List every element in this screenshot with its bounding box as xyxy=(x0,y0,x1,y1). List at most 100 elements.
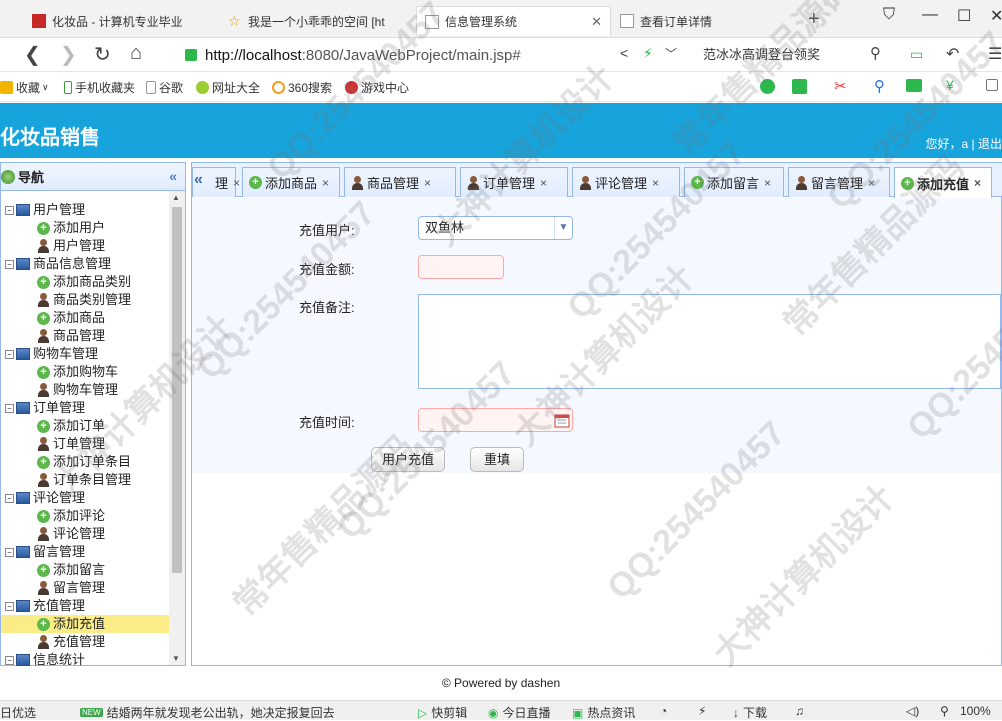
tab-5[interactable]: 留言管理 × xyxy=(788,167,890,197)
favorites-menu[interactable]: 收藏 ∨ xyxy=(0,79,49,96)
collapse-toggle-icon[interactable]: − xyxy=(5,349,14,359)
sidebar-item-4-0[interactable]: + 添加评论 xyxy=(1,507,171,525)
tab-0[interactable]: + 添加商品 × xyxy=(242,167,340,197)
close-tab-icon[interactable]: × xyxy=(974,176,981,190)
close-tab-icon[interactable]: × xyxy=(652,176,659,190)
sidebar-group-5[interactable]: − 留言管理 xyxy=(1,543,171,561)
scroll-up-icon[interactable]: ▲ xyxy=(172,193,180,202)
tab-6-active[interactable]: + 添加充值 × xyxy=(894,167,992,198)
bookmark-sites[interactable]: 网址大全 xyxy=(196,79,260,96)
url-field[interactable]: http://localhost :8080/JavaWebProject/ma… xyxy=(185,43,690,67)
magnifier-icon[interactable]: ⚲ xyxy=(874,77,885,95)
close-window-button[interactable]: ✕ xyxy=(990,6,1002,26)
flash-icon[interactable]: ⚡ xyxy=(698,704,706,718)
sidebar-group-1[interactable]: − 商品信息管理 xyxy=(1,255,171,273)
zoom-level[interactable]: 100% xyxy=(960,704,991,718)
collapse-toggle-icon[interactable]: − xyxy=(5,205,14,215)
status-left-label[interactable]: 日优选 xyxy=(0,704,36,721)
tab-scroll-left-icon[interactable]: « xyxy=(194,171,203,189)
status-live[interactable]: ◉ 今日直播 xyxy=(488,704,551,721)
tab-4[interactable]: + 添加留言 × xyxy=(684,167,784,197)
sidebar-group-7[interactable]: − 信息统计 xyxy=(1,651,171,669)
refresh-icon[interactable]: ↻ xyxy=(94,42,111,67)
undo-icon[interactable]: ↶ xyxy=(946,44,959,64)
scissors-icon[interactable]: ✂ xyxy=(834,77,847,95)
chevron-down-icon[interactable]: ﹀ xyxy=(665,45,677,62)
sidebar-item-3-0[interactable]: + 添加订单 xyxy=(1,417,171,435)
sidebar-group-3[interactable]: − 订单管理 xyxy=(1,399,171,417)
scrollbar-thumb[interactable] xyxy=(172,207,182,573)
close-tab-icon[interactable]: × xyxy=(764,176,771,190)
sidebar-item-3-2[interactable]: + 添加订单条目 xyxy=(1,453,171,471)
back-arrow-icon[interactable]: ❮ xyxy=(24,42,41,67)
browser-tab-3-active[interactable]: 信息管理系统 ✕ xyxy=(416,6,611,36)
menu-icon[interactable]: ☰ xyxy=(988,44,1002,64)
sidebar-scrollbar[interactable]: ▲ ▼ xyxy=(169,191,185,665)
bookmark-mobile[interactable]: 手机收藏夹 xyxy=(64,79,135,96)
bookmark-360search[interactable]: 360搜索 xyxy=(272,79,332,96)
collapse-toggle-icon[interactable]: − xyxy=(5,259,14,269)
browser-tab-1[interactable]: 化妆品 - 计算机专业毕业 xyxy=(24,6,219,36)
close-tab-icon[interactable]: × xyxy=(540,176,547,190)
reset-button[interactable]: 重填 xyxy=(470,447,524,472)
shirt-icon[interactable]: ⛉ xyxy=(883,6,895,24)
news-ticker[interactable]: NEW 结婚两年就发现老公出轨，她决定报复回去 xyxy=(80,704,335,721)
bookmark-google[interactable]: 谷歌 xyxy=(146,79,183,96)
extension-icon-4[interactable] xyxy=(986,79,1001,91)
search-input[interactable]: 范冰冰高调登台领奖 xyxy=(695,43,890,67)
battery-icon[interactable]: ▭ xyxy=(910,46,923,63)
recharge-time-input[interactable] xyxy=(418,408,573,432)
recharge-amount-input[interactable] xyxy=(418,255,504,279)
forward-arrow-icon[interactable]: ❯ xyxy=(60,42,77,67)
browser-tab-2[interactable]: ☆ 我是一个小乖乖的空间 [ht xyxy=(220,6,415,36)
sidebar-item-1-0[interactable]: + 添加商品类别 xyxy=(1,273,171,291)
sidebar-item-5-1[interactable]: 留言管理 xyxy=(1,579,171,597)
status-news[interactable]: ▣ 热点资讯 xyxy=(572,704,635,721)
close-tab-icon[interactable]: ✕ xyxy=(591,14,602,30)
minimize-button[interactable]: — xyxy=(922,6,938,24)
close-tab-icon[interactable]: × xyxy=(868,176,875,190)
collapse-left-icon[interactable]: « xyxy=(169,168,177,184)
lightning-icon[interactable]: ⚡ xyxy=(643,45,653,62)
zoom-icon[interactable]: ⚲ xyxy=(940,704,949,718)
sidebar-item-4-1[interactable]: 评论管理 xyxy=(1,525,171,543)
sidebar-item-3-3[interactable]: 订单条目管理 xyxy=(1,471,171,489)
new-tab-button[interactable]: + xyxy=(808,8,820,31)
sidebar-item-2-0[interactable]: + 添加购物车 xyxy=(1,363,171,381)
sidebar-group-0[interactable]: − 用户管理 xyxy=(1,201,171,219)
sound-icon[interactable]: ♫ xyxy=(795,704,804,718)
sidebar-item-0-0[interactable]: + 添加用户 xyxy=(1,219,171,237)
recharge-submit-button[interactable]: 用户充值 xyxy=(371,447,445,472)
calendar-icon[interactable] xyxy=(554,412,570,428)
close-tab-icon[interactable]: × xyxy=(424,176,431,190)
tab-3[interactable]: 评论管理 × xyxy=(572,167,680,197)
yen-icon[interactable]: ¥ xyxy=(946,77,954,93)
sidebar-group-4[interactable]: − 评论管理 xyxy=(1,489,171,507)
collapse-toggle-icon[interactable]: − xyxy=(5,493,14,503)
sidebar-item-1-2[interactable]: + 添加商品 xyxy=(1,309,171,327)
extension-icon-2[interactable] xyxy=(792,79,810,94)
sidebar-item-0-1[interactable]: 用户管理 xyxy=(1,237,171,255)
scroll-down-icon[interactable]: ▼ xyxy=(172,654,180,663)
sidebar-group-2[interactable]: − 购物车管理 xyxy=(1,345,171,363)
close-tab-icon[interactable]: × xyxy=(322,176,329,190)
sidebar-item-6-0[interactable]: + 添加充值 xyxy=(1,615,171,633)
speed-icon[interactable]: ◔ xyxy=(660,704,667,718)
recharge-memo-textarea[interactable] xyxy=(418,294,1001,389)
close-tab-icon[interactable]: × xyxy=(233,176,240,190)
bookmark-games[interactable]: 游戏中心 xyxy=(345,79,409,96)
volume-icon[interactable]: ◁) xyxy=(906,704,919,718)
home-icon[interactable]: ⌂ xyxy=(130,42,142,65)
sidebar-item-2-1[interactable]: 购物车管理 xyxy=(1,381,171,399)
browser-tab-4[interactable]: 查看订单详情 xyxy=(612,6,807,36)
extension-icon-3[interactable] xyxy=(906,79,925,92)
status-download[interactable]: ↓ 下载 xyxy=(733,704,767,721)
sidebar-item-5-0[interactable]: + 添加留言 xyxy=(1,561,171,579)
collapse-toggle-icon[interactable]: − xyxy=(5,655,14,665)
extension-icon-1[interactable] xyxy=(760,79,778,94)
sidebar-group-6[interactable]: − 充值管理 xyxy=(1,597,171,615)
tab-1[interactable]: 商品管理 × xyxy=(344,167,456,197)
collapse-toggle-icon[interactable]: − xyxy=(5,601,14,611)
status-clip[interactable]: ▷ 快剪辑 xyxy=(418,704,467,721)
recharge-user-select[interactable]: 双鱼林 ▼ xyxy=(418,216,573,240)
